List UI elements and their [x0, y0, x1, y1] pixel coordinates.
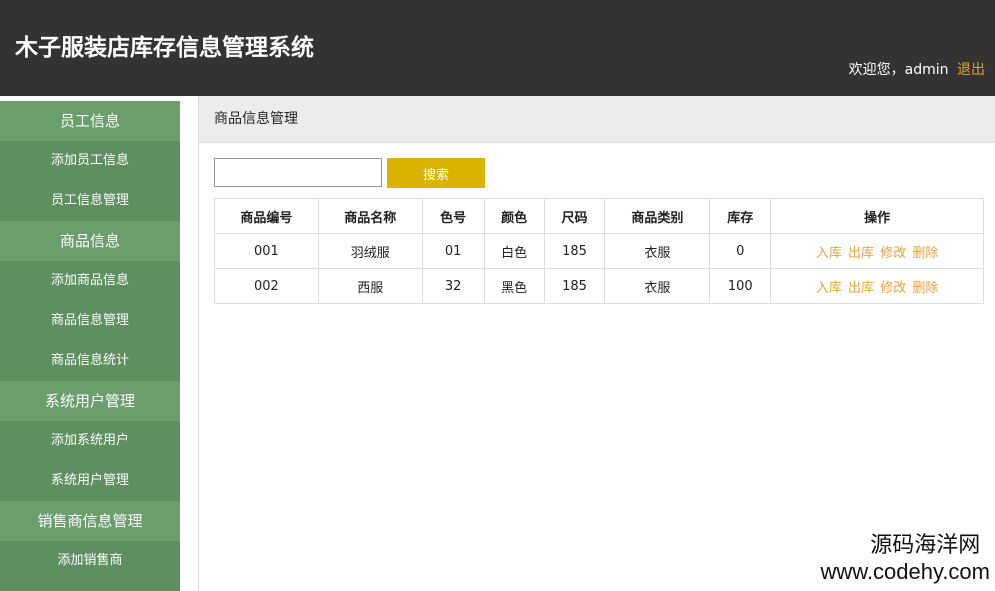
sidebar-item-employee-manage[interactable]: 员工信息管理 — [0, 181, 180, 221]
watermark-title: 源码海洋网 — [870, 533, 981, 558]
stock-out-link[interactable]: 出库 — [848, 281, 874, 296]
cell-product-name: 羽绒服 — [317, 233, 423, 269]
watermark: 源码海洋网 www.codehy.com — [820, 527, 990, 585]
cell-color-code: 32 — [421, 268, 485, 304]
col-header-color: 颜色 — [483, 198, 545, 234]
product-table: 商品编号 商品名称 色号 颜色 尺码 商品类别 库存 操作 001 羽绒服 01… — [214, 198, 984, 304]
col-header-color-code: 色号 — [421, 198, 485, 234]
edit-link[interactable]: 修改 — [880, 246, 906, 261]
sidebar-item-add-employee[interactable]: 添加员工信息 — [0, 141, 180, 181]
cell-actions: 入库 出库 修改 删除 — [770, 268, 984, 304]
search-input[interactable] — [214, 158, 382, 187]
delete-link[interactable]: 删除 — [912, 246, 938, 261]
table-row: 001 羽绒服 01 白色 185 衣服 0 入库 出库 修改 删除 — [214, 233, 984, 269]
stock-out-link[interactable]: 出库 — [848, 246, 874, 261]
sidebar-group-employee[interactable]: 员工信息 — [0, 101, 180, 141]
cell-color-code: 01 — [421, 233, 485, 269]
col-header-product-name: 商品名称 — [317, 198, 423, 234]
cell-product-name: 西服 — [317, 268, 423, 304]
col-header-category: 商品类别 — [604, 198, 711, 234]
table-row: 002 西服 32 黑色 185 衣服 100 入库 出库 修改 删除 — [214, 268, 984, 304]
search-button[interactable]: 搜索 — [387, 158, 485, 188]
col-header-actions: 操作 — [770, 198, 984, 234]
welcome-text: 欢迎您，admin — [848, 62, 949, 78]
delete-link[interactable]: 删除 — [912, 281, 938, 296]
main-content: 商品信息管理 搜索 商品编号 商品名称 色号 颜色 尺码 商品类别 库存 操作 … — [199, 96, 995, 591]
cell-stock: 0 — [709, 233, 772, 269]
sidebar-item-system-user-manage[interactable]: 系统用户管理 — [0, 461, 180, 501]
app-title: 木子服装店库存信息管理系统 — [15, 35, 314, 61]
cell-color: 黑色 — [483, 268, 545, 304]
col-header-size: 尺码 — [543, 198, 606, 234]
stock-in-link[interactable]: 入库 — [816, 246, 842, 261]
watermark-url: www.codehy.com — [820, 559, 990, 584]
sidebar: 员工信息 添加员工信息 员工信息管理 商品信息 添加商品信息 商品信息管理 商品… — [0, 96, 180, 591]
sidebar-group-product[interactable]: 商品信息 — [0, 221, 180, 261]
sidebar-group-system-user[interactable]: 系统用户管理 — [0, 381, 180, 421]
cell-size: 185 — [543, 233, 606, 269]
sidebar-item-product-stats[interactable]: 商品信息统计 — [0, 341, 180, 381]
cell-product-id: 001 — [214, 233, 319, 269]
cell-product-id: 002 — [214, 268, 319, 304]
edit-link[interactable]: 修改 — [880, 281, 906, 296]
sidebar-group-seller[interactable]: 销售商信息管理 — [0, 501, 180, 541]
stock-in-link[interactable]: 入库 — [816, 281, 842, 296]
header: 木子服装店库存信息管理系统 欢迎您，admin 退出 — [0, 0, 995, 96]
cell-actions: 入库 出库 修改 删除 — [770, 233, 984, 269]
cell-category: 衣服 — [604, 233, 711, 269]
sidebar-item-add-seller[interactable]: 添加销售商 — [0, 541, 180, 581]
cell-color: 白色 — [483, 233, 545, 269]
sidebar-item-add-system-user[interactable]: 添加系统用户 — [0, 421, 180, 461]
cell-size: 185 — [543, 268, 606, 304]
col-header-product-id: 商品编号 — [214, 198, 319, 234]
cell-category: 衣服 — [604, 268, 711, 304]
page-title: 商品信息管理 — [199, 96, 995, 143]
col-header-stock: 库存 — [709, 198, 772, 234]
table-header-row: 商品编号 商品名称 色号 颜色 尺码 商品类别 库存 操作 — [214, 198, 984, 234]
sidebar-divider — [180, 96, 199, 591]
sidebar-item-product-manage[interactable]: 商品信息管理 — [0, 301, 180, 341]
cell-stock: 100 — [709, 268, 772, 304]
logout-link[interactable]: 退出 — [957, 62, 985, 78]
user-bar: 欢迎您，admin 退出 — [849, 59, 985, 79]
sidebar-item-add-product[interactable]: 添加商品信息 — [0, 261, 180, 301]
